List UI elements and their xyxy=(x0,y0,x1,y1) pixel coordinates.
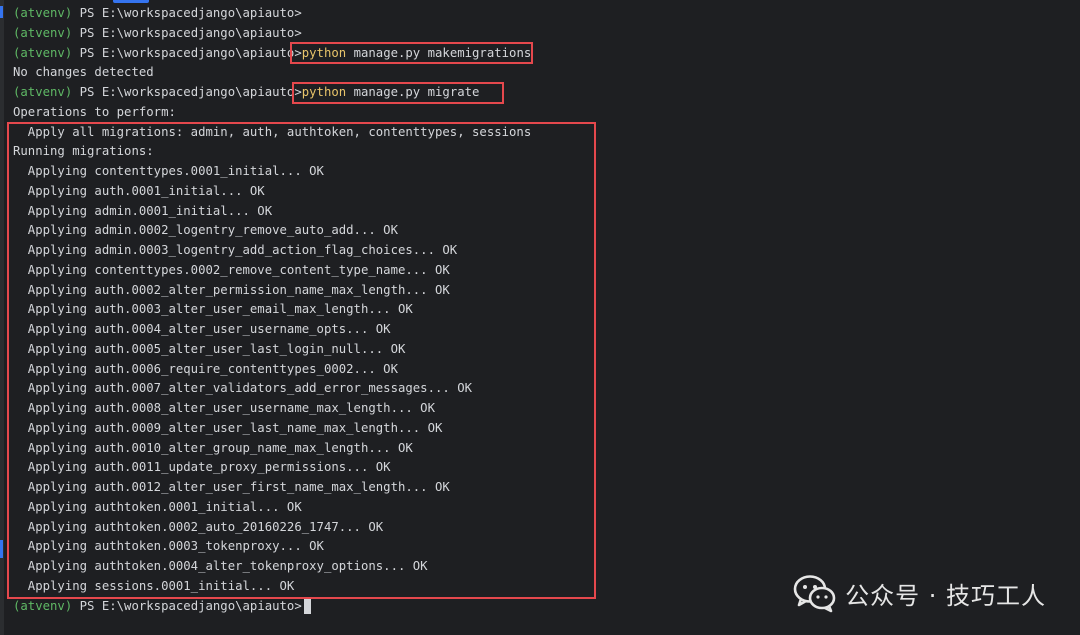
tab-indicator xyxy=(113,0,149,3)
virtualenv-label: (atvenv) xyxy=(13,6,73,20)
prompt-line: (atvenv) PS E:\workspacedjango\apiauto>p… xyxy=(13,83,1080,103)
prompt-line: (atvenv) PS E:\workspacedjango\apiauto> xyxy=(13,4,1080,24)
output-line: No changes detected xyxy=(13,63,1080,83)
virtualenv-label: (atvenv) xyxy=(13,598,73,613)
prompt-line: (atvenv) PS E:\workspacedjango\apiauto>p… xyxy=(13,44,1080,64)
terminal-gutter xyxy=(0,0,4,635)
output-line: Operations to perform: xyxy=(13,103,1080,123)
terminal-window[interactable]: (atvenv) PS E:\workspacedjango\apiauto>(… xyxy=(0,0,1080,635)
output-text: No changes detected xyxy=(13,65,154,80)
gutter-marker xyxy=(0,540,3,558)
gutter-marker xyxy=(0,6,3,18)
makemigrations-highlight xyxy=(290,42,533,64)
wechat-icon xyxy=(793,575,836,613)
prompt-line: (atvenv) PS E:\workspacedjango\apiauto> xyxy=(13,24,1080,44)
migrate-highlight xyxy=(292,82,504,104)
prompt-path: PS E:\workspacedjango\apiauto> xyxy=(72,6,302,20)
prompt-path: PS E:\workspacedjango\apiauto> xyxy=(72,45,302,60)
watermark: 公众号 · 技巧工人 xyxy=(793,573,1046,613)
prompt-path: PS E:\workspacedjango\apiauto> xyxy=(72,598,302,613)
text-cursor[interactable] xyxy=(303,598,311,614)
output-text: Operations to perform: xyxy=(13,104,176,119)
watermark-text: 公众号 · 技巧工人 xyxy=(845,581,1046,610)
prompt-path: PS E:\workspacedjango\apiauto> xyxy=(72,85,302,99)
virtualenv-label: (atvenv) xyxy=(13,45,73,60)
migration-output-highlight xyxy=(7,122,596,599)
prompt-path: PS E:\workspacedjango\apiauto> xyxy=(72,25,302,40)
virtualenv-label: (atvenv) xyxy=(13,25,73,40)
virtualenv-label: (atvenv) xyxy=(13,85,73,99)
